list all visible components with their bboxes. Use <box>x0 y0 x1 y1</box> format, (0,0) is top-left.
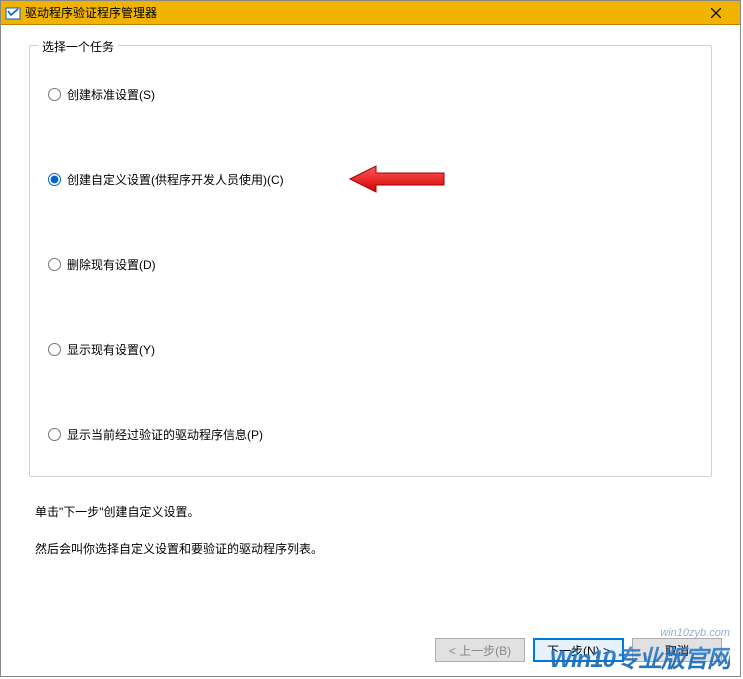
close-icon <box>711 8 721 18</box>
close-button[interactable] <box>696 2 736 24</box>
radio-label[interactable]: 显示现有设置(Y) <box>67 341 155 358</box>
radio-input-create-standard[interactable] <box>48 88 61 101</box>
button-bar: < 上一步(B) 下一步(N) > 取消 <box>435 638 722 662</box>
instructions: 单击"下一步"创建自定义设置。 然后会叫你选择自定义设置和要验证的驱动程序列表。 <box>29 503 712 557</box>
window-title: 驱动程序验证程序管理器 <box>25 4 696 21</box>
radio-input-delete[interactable] <box>48 258 61 271</box>
radio-option-delete[interactable]: 删除现有设置(D) <box>48 256 693 273</box>
radio-label[interactable]: 创建标准设置(S) <box>67 86 155 103</box>
radio-label[interactable]: 删除现有设置(D) <box>67 256 156 273</box>
radio-input-display-verified[interactable] <box>48 428 61 441</box>
radio-label[interactable]: 显示当前经过验证的驱动程序信息(P) <box>67 426 263 443</box>
radio-input-create-custom[interactable] <box>48 173 61 186</box>
next-button[interactable]: 下一步(N) > <box>533 638 624 662</box>
task-fieldset: 选择一个任务 创建标准设置(S) 创建自定义设置(供程序开发人员使用)(C) <box>29 45 712 477</box>
radio-input-display-existing[interactable] <box>48 343 61 356</box>
instruction-line-1: 单击"下一步"创建自定义设置。 <box>35 503 712 520</box>
fieldset-legend: 选择一个任务 <box>38 38 118 55</box>
radio-option-display-verified[interactable]: 显示当前经过验证的驱动程序信息(P) <box>48 426 693 443</box>
radio-option-create-standard[interactable]: 创建标准设置(S) <box>48 86 693 103</box>
back-button: < 上一步(B) <box>435 638 525 662</box>
arrow-indicator-icon <box>348 163 448 198</box>
radio-label[interactable]: 创建自定义设置(供程序开发人员使用)(C) <box>67 171 284 188</box>
cancel-button[interactable]: 取消 <box>632 638 722 662</box>
dialog-window: 驱动程序验证程序管理器 选择一个任务 创建标准设置(S) 创建自定义设置(供程序… <box>0 0 741 677</box>
titlebar: 驱动程序验证程序管理器 <box>1 1 740 25</box>
radio-option-display-existing[interactable]: 显示现有设置(Y) <box>48 341 693 358</box>
radio-option-create-custom[interactable]: 创建自定义设置(供程序开发人员使用)(C) <box>48 171 693 188</box>
content-area: 选择一个任务 创建标准设置(S) 创建自定义设置(供程序开发人员使用)(C) <box>1 25 740 557</box>
app-icon <box>5 5 21 21</box>
instruction-line-2: 然后会叫你选择自定义设置和要验证的驱动程序列表。 <box>35 540 712 557</box>
